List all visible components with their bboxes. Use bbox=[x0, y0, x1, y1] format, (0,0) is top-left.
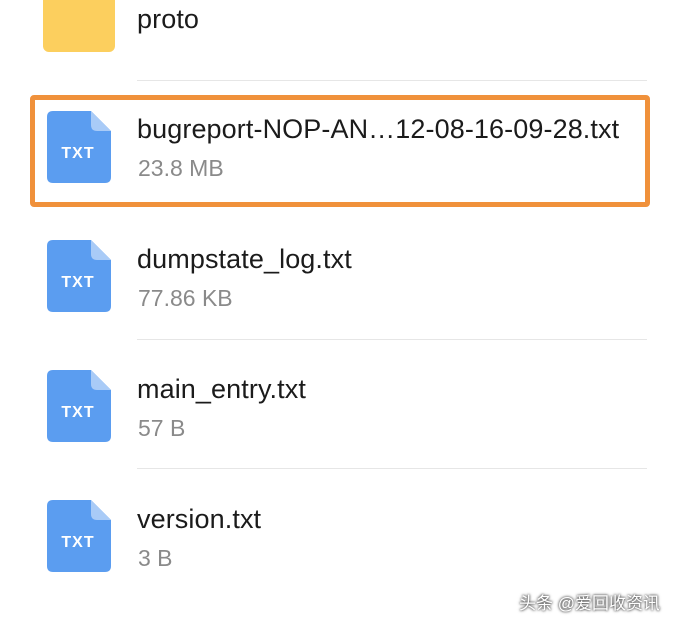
file-size: 77.86 KB bbox=[138, 285, 233, 311]
svg-text:TXT: TXT bbox=[61, 274, 94, 291]
divider bbox=[137, 339, 647, 340]
file-list-item[interactable]: TXT version.txt 3 B bbox=[0, 485, 676, 597]
txt-file-icon: TXT bbox=[47, 240, 111, 312]
highlight-box bbox=[30, 95, 650, 207]
file-list-item[interactable]: TXT main_entry.txt 57 B bbox=[0, 355, 676, 467]
txt-file-icon: TXT bbox=[47, 500, 111, 572]
txt-file-icon: TXT bbox=[47, 370, 111, 442]
watermark-text: 头条 @爱回收资讯 bbox=[519, 594, 660, 613]
divider bbox=[137, 80, 647, 81]
file-name: dumpstate_log.txt bbox=[137, 244, 352, 274]
file-name: main_entry.txt bbox=[137, 374, 306, 404]
svg-text:TXT: TXT bbox=[61, 534, 94, 551]
file-name: version.txt bbox=[137, 504, 262, 534]
folder-icon bbox=[43, 0, 115, 52]
file-list-item[interactable]: TXT dumpstate_log.txt 77.86 KB bbox=[0, 225, 676, 337]
svg-text:TXT: TXT bbox=[61, 404, 94, 421]
file-size: 3 B bbox=[138, 545, 173, 571]
divider bbox=[137, 468, 647, 469]
file-list-item[interactable]: proto bbox=[0, 0, 676, 80]
file-size: 57 B bbox=[138, 415, 186, 441]
file-name: proto bbox=[137, 4, 200, 34]
